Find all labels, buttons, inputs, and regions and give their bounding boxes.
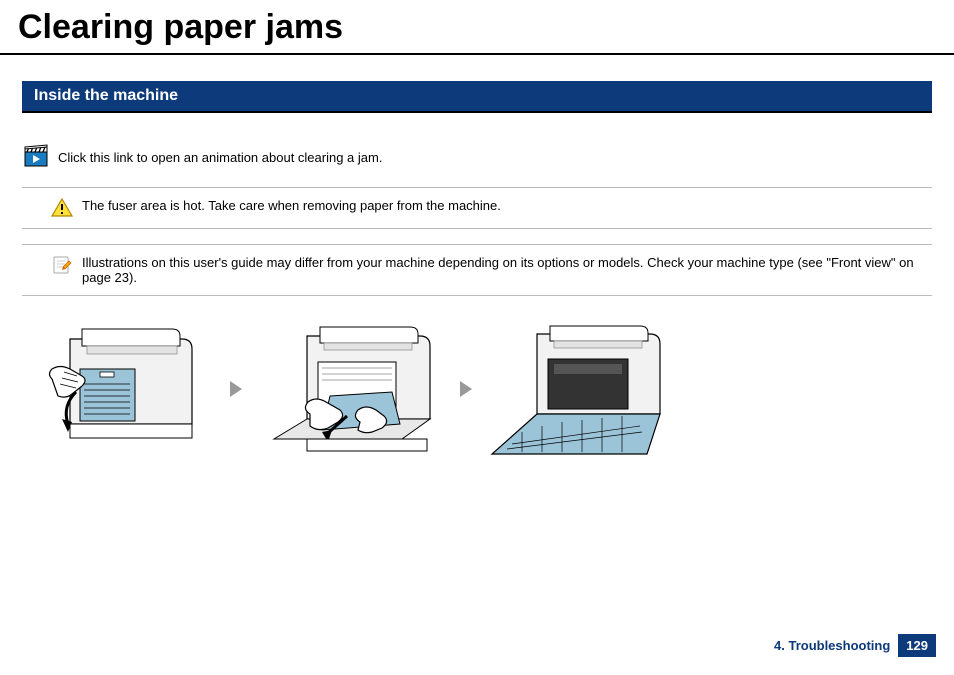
step-arrow-icon [458, 380, 476, 398]
section-heading: Inside the machine [22, 81, 932, 113]
page-footer: 4. Troubleshooting 129 [774, 634, 936, 657]
illustration-step-2 [252, 314, 452, 464]
warning-triangle-icon [50, 198, 74, 218]
note-callout: Illustrations on this user's guide may d… [22, 244, 932, 296]
page-title: Clearing paper jams [0, 0, 954, 55]
clapper-play-icon[interactable] [22, 143, 52, 172]
illustration-step-3 [482, 314, 682, 464]
footer-chapter: 4. Troubleshooting [774, 638, 890, 653]
warning-callout: The fuser area is hot. Take care when re… [22, 187, 932, 229]
animation-link-text[interactable]: Click this link to open an animation abo… [58, 150, 382, 165]
step-arrow-icon [228, 380, 246, 398]
content-area: Inside the machine Click this link to op… [0, 55, 954, 464]
illustration-step-1 [22, 314, 222, 464]
warning-text: The fuser area is hot. Take care when re… [74, 198, 922, 213]
note-pencil-icon [50, 255, 74, 275]
footer-page-number: 129 [898, 634, 936, 657]
animation-link-row: Click this link to open an animation abo… [22, 143, 932, 172]
illustration-row [22, 314, 932, 464]
note-text: Illustrations on this user's guide may d… [74, 255, 922, 285]
